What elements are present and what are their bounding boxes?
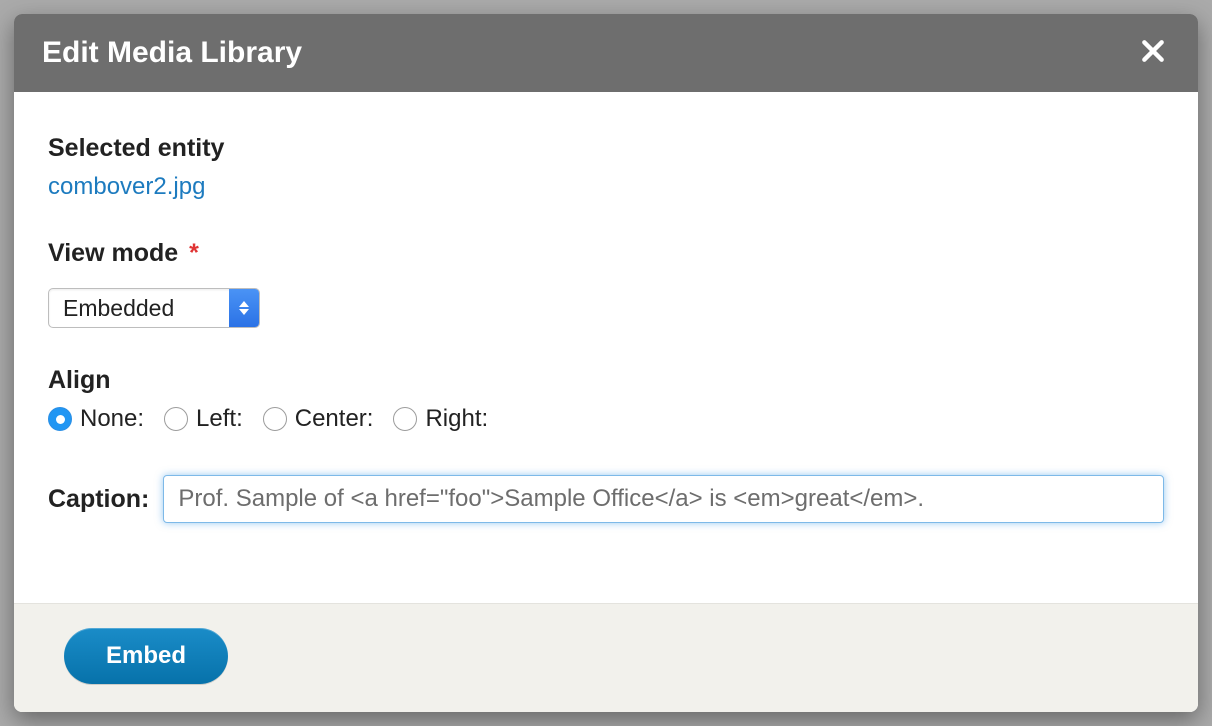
selected-entity-group: Selected entity combover2.jpg (48, 134, 1164, 201)
selected-entity-label: Selected entity (48, 134, 1164, 163)
align-group: Align None: Left: Center: Right: (48, 366, 1164, 433)
close-button[interactable] (1136, 36, 1170, 70)
caption-input[interactable] (163, 475, 1164, 523)
selected-entity-link[interactable]: combover2.jpg (48, 173, 205, 200)
dialog-body: Selected entity combover2.jpg View mode … (14, 92, 1198, 603)
select-arrows-icon (229, 289, 259, 327)
align-option-center[interactable]: Center: (263, 405, 374, 433)
view-mode-label-text: View mode (48, 239, 178, 267)
radio-icon (164, 407, 188, 431)
dialog-header: Edit Media Library (14, 14, 1198, 92)
close-icon (1140, 38, 1166, 64)
radio-icon (48, 407, 72, 431)
radio-icon (263, 407, 287, 431)
view-mode-label: View mode * (48, 239, 1164, 268)
caption-label: Caption: (48, 485, 149, 514)
caption-row: Caption: (48, 475, 1164, 523)
align-label: Align (48, 366, 1164, 395)
view-mode-selected-value: Embedded (49, 289, 229, 327)
align-radio-row: None: Left: Center: Right: (48, 405, 1164, 433)
align-option-right[interactable]: Right: (393, 405, 488, 433)
align-option-label: None: (80, 405, 144, 433)
align-option-label: Left: (196, 405, 243, 433)
align-option-label: Center: (295, 405, 374, 433)
align-option-label: Right: (425, 405, 488, 433)
required-asterisk: * (189, 239, 199, 267)
embed-button[interactable]: Embed (64, 628, 228, 684)
dialog-footer: Embed (14, 603, 1198, 712)
dialog-title: Edit Media Library (42, 36, 302, 70)
radio-icon (393, 407, 417, 431)
align-option-left[interactable]: Left: (164, 405, 243, 433)
view-mode-group: View mode * Embedded (48, 239, 1164, 328)
align-option-none[interactable]: None: (48, 405, 144, 433)
edit-media-library-dialog: Edit Media Library Selected entity combo… (14, 14, 1198, 712)
view-mode-select[interactable]: Embedded (48, 288, 260, 328)
